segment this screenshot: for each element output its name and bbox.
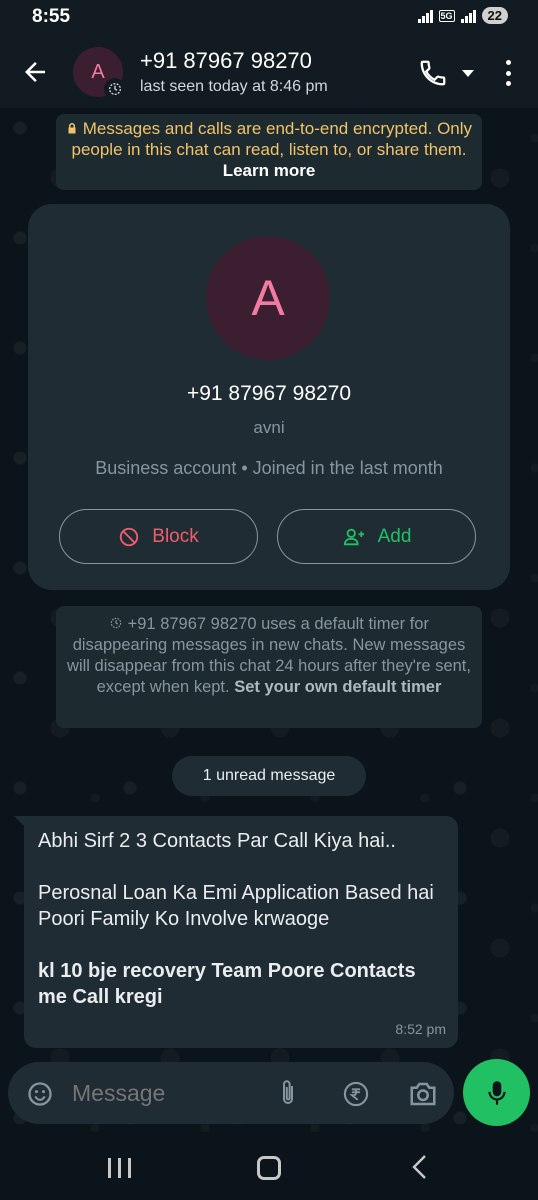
set-default-timer-link[interactable]: Set your own default timer xyxy=(234,678,441,696)
unread-messages-divider: 1 unread message xyxy=(172,756,366,796)
add-contact-button[interactable]: Add xyxy=(277,509,476,564)
message-input[interactable] xyxy=(72,1080,262,1107)
profile-avatar[interactable]: A xyxy=(206,236,330,360)
block-button[interactable]: Block xyxy=(59,509,258,564)
lock-icon xyxy=(68,123,76,134)
mic-button[interactable] xyxy=(463,1059,530,1126)
encryption-text: Messages and calls are end-to-end encryp… xyxy=(71,119,473,159)
mic-icon xyxy=(487,1080,506,1105)
disappearing-messages-notice[interactable]: +91 87967 98270 uses a default timer for… xyxy=(56,606,482,728)
signal-icon-2 xyxy=(460,9,476,23)
more-vert-icon[interactable] xyxy=(498,60,518,86)
status-icons: 5G 22 xyxy=(417,7,508,24)
emoji-icon[interactable] xyxy=(26,1080,54,1108)
header-avatar-letter: A xyxy=(91,60,105,83)
message-composer xyxy=(8,1062,454,1124)
profile-business-info: Business account • Joined in the last mo… xyxy=(95,458,443,478)
incoming-message-bubble[interactable]: Abhi Sirf 2 3 Contacts Par Call Kiya hai… xyxy=(14,816,458,1048)
timer-icon xyxy=(110,617,122,629)
profile-avatar-letter: A xyxy=(251,270,285,326)
recent-apps-icon[interactable] xyxy=(108,1158,131,1178)
attach-icon[interactable] xyxy=(276,1078,300,1108)
status-bar: 8:55 5G 22 xyxy=(0,0,538,34)
block-label: Block xyxy=(152,525,199,547)
status-time: 8:55 xyxy=(32,6,71,27)
add-label: Add xyxy=(377,525,412,547)
profile-username: avni xyxy=(253,418,285,437)
rupee-icon[interactable] xyxy=(342,1080,370,1108)
message-timestamp: 8:52 pm xyxy=(395,1021,446,1037)
message-line-bold: kl 10 bje recovery Team Poore Contacts m… xyxy=(38,960,416,1008)
unread-label: 1 unread message xyxy=(202,767,336,784)
camera-icon[interactable] xyxy=(408,1080,438,1108)
message-line: Abhi Sirf 2 3 Contacts Par Call Kiya hai… xyxy=(38,830,396,852)
call-options-caret-icon[interactable] xyxy=(462,70,474,77)
back-arrow-icon[interactable] xyxy=(20,57,50,87)
contact-info-card: A +91 87967 98270 avni Business account … xyxy=(28,204,510,590)
block-icon xyxy=(120,527,139,546)
system-nav-bar xyxy=(0,1134,538,1200)
nav-back-icon[interactable] xyxy=(410,1154,428,1180)
contact-name[interactable]: +91 87967 98270 xyxy=(140,48,312,74)
signal-icon xyxy=(417,9,433,23)
battery-level: 22 xyxy=(481,7,508,24)
learn-more-link[interactable]: Learn more xyxy=(223,161,316,180)
last-seen: last seen today at 8:46 pm xyxy=(140,78,328,95)
home-icon[interactable] xyxy=(257,1156,281,1180)
network-type: 5G xyxy=(438,9,455,22)
phone-icon[interactable] xyxy=(418,58,448,88)
timer-icon xyxy=(104,78,126,100)
add-person-icon xyxy=(343,528,364,545)
encryption-notice[interactable]: Messages and calls are end-to-end encryp… xyxy=(56,114,482,190)
message-line: Perosnal Loan Ka Emi Application Based h… xyxy=(38,882,434,904)
chat-header: A +91 87967 98270 last seen today at 8:4… xyxy=(0,34,538,108)
profile-phone: +91 87967 98270 xyxy=(186,382,352,405)
message-line: Poori Family Ko Involve krwaoge xyxy=(38,908,330,930)
